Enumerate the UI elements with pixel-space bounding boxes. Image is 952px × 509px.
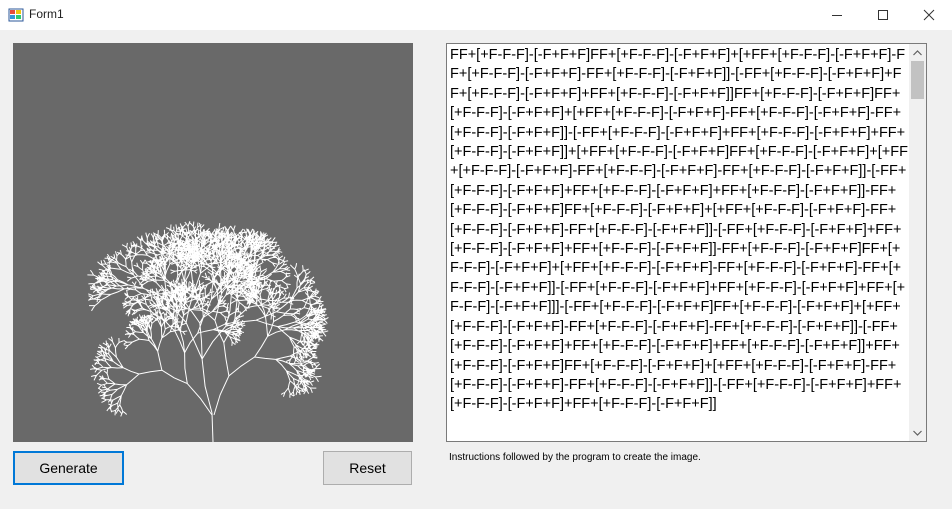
maximize-icon — [878, 10, 888, 20]
fractal-plant-drawing — [87, 221, 329, 442]
scroll-up-arrow-icon — [913, 49, 922, 55]
scroll-down-button[interactable] — [909, 424, 926, 441]
title-bar: Form1 — [0, 0, 952, 30]
maximize-button[interactable] — [860, 0, 906, 30]
scroll-down-arrow-icon — [913, 430, 922, 436]
close-button[interactable] — [906, 0, 952, 30]
instructions-caption: Instructions followed by the program to … — [449, 452, 701, 463]
close-icon — [923, 9, 935, 21]
instructions-text[interactable]: FF+[+F-F-F]-[-F+F+F]FF+[+F-F-F]-[-F+F+F]… — [450, 46, 908, 440]
window-title: Form1 — [29, 7, 64, 21]
fractal-canvas — [13, 43, 413, 442]
reset-button[interactable]: Reset — [323, 451, 412, 485]
minimize-button[interactable] — [814, 0, 860, 30]
fractal-branches — [87, 221, 329, 442]
instructions-textbox[interactable]: FF+[+F-F-F]-[-F+F+F]FF+[+F-F-F]-[-F+F+F]… — [446, 43, 927, 442]
generate-button[interactable]: Generate — [13, 451, 124, 485]
scroll-thumb[interactable] — [911, 61, 924, 99]
minimize-icon — [832, 15, 842, 16]
vertical-scrollbar[interactable] — [909, 44, 926, 441]
scroll-up-button[interactable] — [909, 44, 926, 61]
form-app-icon — [8, 8, 24, 22]
